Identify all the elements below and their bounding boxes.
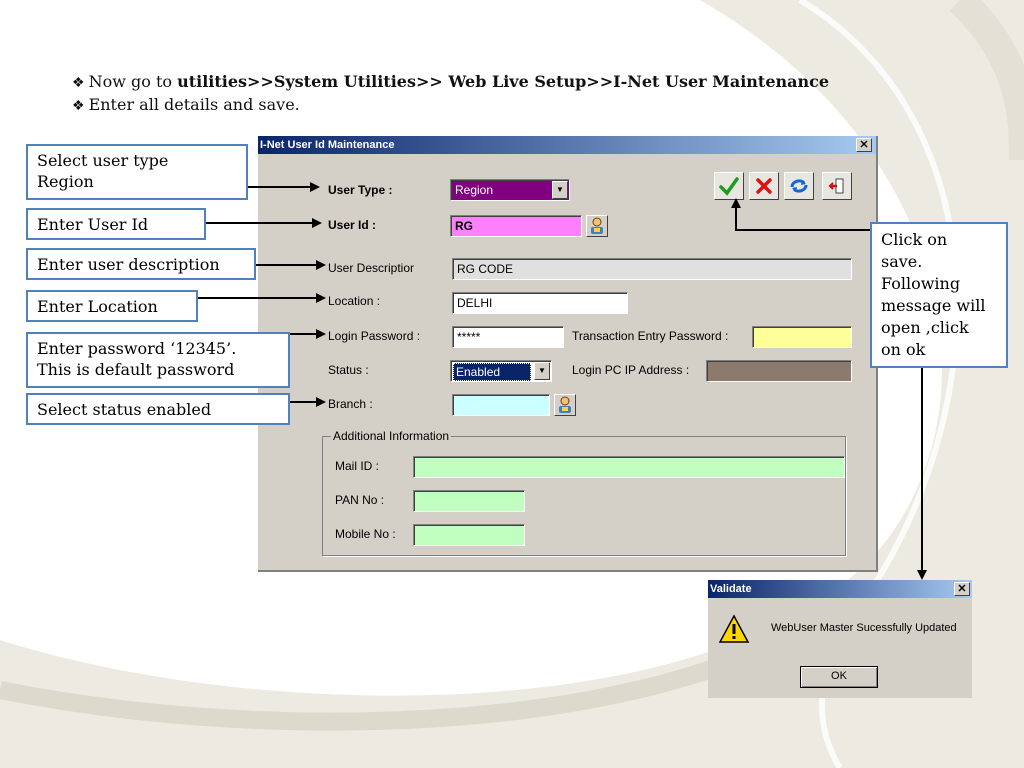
callout-save: Click on save. Following message will op… [870,222,1008,368]
close-icon: ✕ [957,583,967,595]
mobile-no-label: Mobile No : [335,527,396,541]
person-lookup-icon [591,217,603,234]
login-ip-input[interactable] [706,360,852,382]
callout-status: Select status enabled [26,393,290,425]
user-description-input[interactable]: RG CODE [452,258,852,280]
exit-door-icon [828,178,844,194]
user-id-value: RG [455,219,473,233]
location-value: DELHI [457,296,493,310]
instruction-line-1: ❖ Now go to utilities>>System Utilities>>… [72,71,829,94]
status-dropdown-button[interactable]: ▼ [534,362,550,380]
user-description-value: RG CODE [457,262,514,276]
callout-password: Enter password ‘12345’. This is default … [26,332,290,388]
user-type-dropdown-button[interactable]: ▼ [552,181,568,199]
callout-text: Enter user description [37,255,220,274]
user-id-lookup-button[interactable] [586,215,608,237]
validate-close-button[interactable]: ✕ [954,582,970,596]
validate-dialog: Validate ✕ WebUser Master Sucessfully Up… [708,580,972,698]
callout-text: Select status enabled [37,400,212,419]
user-maintenance-dialog: I-Net User Id Maintenance ✕ User Type : … [258,136,878,572]
login-password-label: Login Password : [328,329,421,343]
cancel-x-icon [756,178,772,194]
warning-icon [718,614,750,643]
instruction-prefix: Now go to [88,72,178,91]
person-lookup-icon [559,396,571,413]
user-type-label: User Type : [328,183,393,197]
instruction-save-text: Enter all details and save. [88,95,300,114]
transaction-password-label: Transaction Entry Password : [572,329,729,343]
mail-id-input[interactable] [413,456,845,478]
login-password-value: ***** [457,330,481,344]
ok-button[interactable]: OK [800,666,878,688]
additional-information-group: Additional Information Mail ID : PAN No … [322,429,846,556]
user-id-label: User Id : [328,218,377,232]
bullet-icon: ❖ [72,98,85,114]
dialog-title: I-Net User Id Maintenance [260,139,395,151]
callout-user-description: Enter user description [26,248,256,280]
callout-text: Select user type [37,151,169,170]
callout-text: on ok [881,340,926,359]
callout-text: Enter password ‘12345’. [37,339,237,358]
dialog-title-bar: I-Net User Id Maintenance [258,136,876,154]
branch-lookup-button[interactable] [554,394,576,416]
refresh-button[interactable] [784,172,814,200]
pan-no-input[interactable] [413,490,525,512]
status-value: Enabled [453,363,531,381]
mobile-no-input[interactable] [413,524,525,546]
callout-user-id: Enter User Id [26,208,206,240]
callout-text: open ,click [881,318,969,337]
callout-text: Enter User Id [37,215,149,234]
validate-message: WebUser Master Sucessfully Updated [771,622,957,634]
login-ip-label: Login PC IP Address : [572,363,690,377]
callout-text: Click on [881,230,948,249]
cancel-button[interactable] [749,172,779,200]
validate-title-bar: Validate [708,580,972,598]
callout-text: save. [881,252,923,271]
bullet-icon: ❖ [72,75,85,91]
transaction-password-input[interactable] [752,326,852,348]
user-type-value: Region [455,183,494,197]
login-password-input[interactable]: ***** [452,326,564,348]
location-label: Location : [328,294,381,308]
user-description-label: User Descriptior [328,261,415,275]
menu-path: utilities>>System Utilities>> Web Live S… [177,72,830,91]
location-input[interactable]: DELHI [452,292,628,314]
chevron-down-icon: ▼ [538,366,546,375]
additional-information-legend: Additional Information [331,429,452,443]
refresh-icon [790,179,808,193]
callout-user-type: Select user type Region [26,144,248,200]
callout-text: Region [37,172,94,191]
status-label: Status : [328,363,369,377]
callout-text: message will [881,296,986,315]
pan-no-label: PAN No : [335,493,385,507]
chevron-down-icon: ▼ [556,185,564,194]
branch-input[interactable] [452,394,550,416]
exit-button[interactable] [822,172,852,200]
dialog-close-button[interactable]: ✕ [856,138,872,152]
validate-title: Validate [710,583,752,595]
instruction-line-2: ❖ Enter all details and save. [72,94,829,117]
save-button[interactable] [714,172,744,200]
ok-label: OK [831,670,847,682]
close-icon: ✕ [859,139,869,151]
callout-text: Following [881,274,961,293]
user-id-input[interactable]: RG [450,215,582,237]
mail-id-label: Mail ID : [335,459,380,473]
save-check-icon [719,177,739,196]
callout-location: Enter Location [26,290,198,322]
instruction-bullets: ❖ Now go to utilities>>System Utilities>>… [72,71,829,117]
branch-label: Branch : [328,397,373,411]
callout-text: Enter Location [37,297,158,316]
callout-text: This is default password [37,360,235,379]
